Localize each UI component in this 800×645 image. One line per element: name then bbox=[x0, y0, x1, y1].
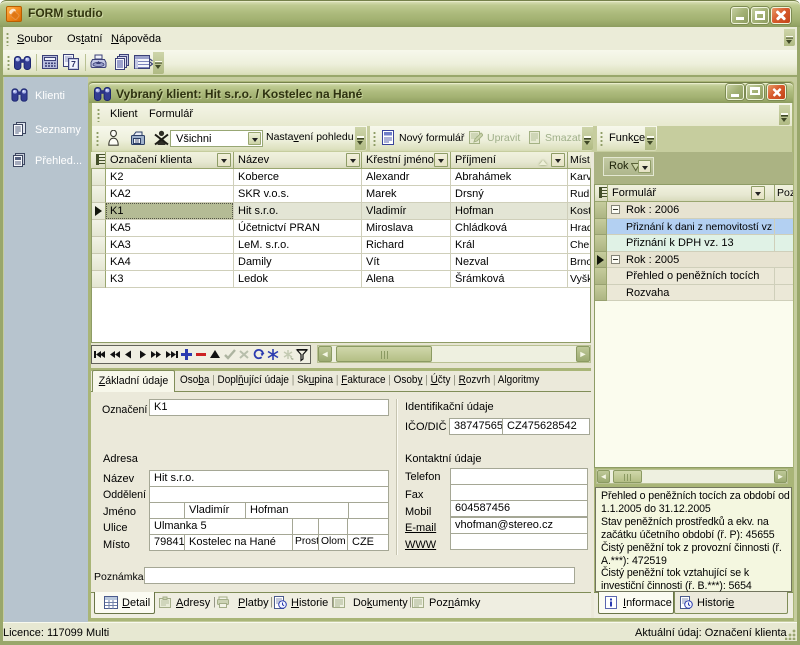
svg-text:7: 7 bbox=[71, 59, 76, 69]
